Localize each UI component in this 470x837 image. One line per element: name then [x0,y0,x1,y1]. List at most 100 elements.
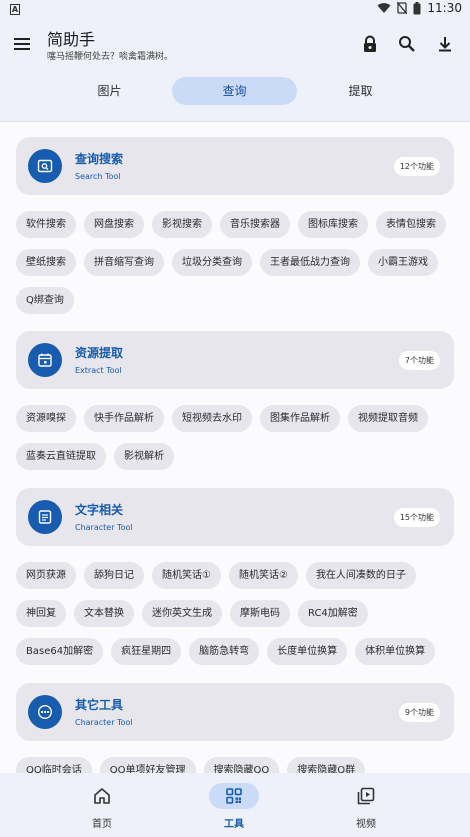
section-search: 查询搜索 Search Tool 12个功能 软件搜索 网盘搜索 影视搜索 音乐… [16,137,454,314]
section-header-card[interactable]: 资源提取 Extract Tool 7个功能 [16,331,454,389]
status-icons: 11:30 [377,1,462,15]
nav-label: 视频 [356,819,376,830]
tool-chip[interactable]: 图集作品解析 [260,405,340,432]
section-title: 文字相关 [75,503,124,517]
tool-chip[interactable]: 拼音缩写查询 [84,249,164,276]
tab-images[interactable]: 图片 [47,77,172,105]
tool-chip[interactable]: 我在人间凑数的日子 [305,562,416,589]
calendar-icon [38,353,52,367]
section-count-badge: 7个功能 [398,351,440,370]
nav-video[interactable]: 视频 [316,773,416,837]
nav-label: 工具 [224,819,244,830]
tool-chip[interactable]: 随机笑话② [228,562,298,589]
tool-chip[interactable]: 疯狂星期四 [111,638,182,665]
nav-label: 首页 [92,819,112,830]
tool-chip[interactable]: 表情包搜索 [376,211,446,238]
tab-bar: 图片 查询 提取 [0,70,470,122]
tool-chip[interactable]: 搜索隐藏Q群 [287,757,366,773]
tool-chip[interactable]: 图标库搜索 [298,211,368,238]
section-title: 其它工具 [75,698,124,712]
tool-chip[interactable]: 网页获源 [16,562,76,589]
menu-button[interactable] [12,34,32,54]
section-count-badge: 9个功能 [398,703,440,722]
section-text: 文字相关 Character Tool 15个功能 网页获源 舔狗日记 随机笑话… [16,488,454,665]
hamburger-menu-icon [14,38,30,50]
tool-chip[interactable]: 影视搜索 [152,211,212,238]
search-window-icon [37,159,53,173]
tool-chip[interactable]: 长度单位换算 [267,638,348,665]
lock-button[interactable] [360,34,380,54]
search-icon [399,36,415,52]
tool-chip[interactable]: 蓝奏云直链提取 [16,443,106,470]
more-dots-icon [37,704,53,720]
tool-chip[interactable]: 摩斯电码 [230,600,290,627]
battery-icon [413,1,421,14]
tool-chip[interactable]: QQ单项好友管理 [99,757,196,773]
tool-chip[interactable]: 短视频去水印 [172,405,252,432]
status-bar: A 11:30 [0,0,470,20]
home-icon [94,788,110,804]
tool-chip[interactable]: 体积单位换算 [355,638,436,665]
tab-query[interactable]: 查询 [172,77,297,105]
section-count-badge: 15个功能 [393,508,440,527]
section-icon-badge [28,343,62,377]
tool-chips: 网页获源 舔狗日记 随机笑话① 随机笑话② 我在人间凑数的日子 神回复 文本替换… [16,562,454,665]
tool-chip[interactable]: 小霸王游戏 [368,249,438,276]
tool-chip[interactable]: 随机笑话① [152,562,221,589]
tool-chip[interactable]: RC4加解密 [298,600,368,627]
section-other: 其它工具 Character Tool 9个功能 QQ临时会话 QQ单项好友管理… [16,683,454,773]
section-subtitle: Extract Tool [75,366,122,375]
tool-chip[interactable]: 音乐搜索器 [220,211,290,238]
tool-chip[interactable]: 神回复 [16,600,66,627]
section-subtitle: Character Tool [75,523,133,532]
status-time: 11:30 [427,1,462,15]
download-button[interactable] [435,34,455,54]
nav-tools[interactable]: 工具 [184,773,284,837]
section-icon-badge [28,500,62,534]
tool-chip[interactable]: 网盘搜索 [84,211,144,238]
section-header-card[interactable]: 其它工具 Character Tool 9个功能 [16,683,454,741]
wifi-icon [377,3,391,13]
tool-chip[interactable]: 脑筋急转弯 [189,638,260,665]
no-sim-icon [397,2,408,14]
section-subtitle: Search Tool [75,172,121,181]
tool-list[interactable]: 查询搜索 Search Tool 12个功能 软件搜索 网盘搜索 影视搜索 音乐… [0,123,470,773]
section-icon-badge [28,149,62,183]
tool-chips: 资源嗅探 快手作品解析 短视频去水印 图集作品解析 视频提取音频 蓝奏云直链提取… [16,405,454,470]
search-button[interactable] [397,34,417,54]
tool-chip[interactable]: 影视解析 [114,443,174,470]
bottom-navigation: 首页 工具 视频 [0,773,470,837]
tool-chip[interactable]: 视频提取音频 [348,405,428,432]
section-extract: 资源提取 Extract Tool 7个功能 资源嗅探 快手作品解析 短视频去水… [16,331,454,470]
nav-home[interactable]: 首页 [52,773,152,837]
section-header-card[interactable]: 文字相关 Character Tool 15个功能 [16,488,454,546]
tool-chip[interactable]: 软件搜索 [16,211,76,238]
section-title: 查询搜索 [75,152,124,166]
tool-chip[interactable]: 壁纸搜索 [16,249,76,276]
tool-chip[interactable]: QQ临时会话 [16,757,92,773]
app-screen: A 11:30 简助手 噻马摇鞭何处去？啖禽霜满树。 图片 查询 提取 查询搜索… [0,0,470,837]
document-icon [38,510,52,524]
lock-icon [364,35,376,52]
top-app-bar: 简助手 噻马摇鞭何处去？啖禽霜满树。 [0,20,470,70]
tool-chips: 软件搜索 网盘搜索 影视搜索 音乐搜索器 图标库搜索 表情包搜索 壁纸搜索 拼音… [16,211,454,314]
tool-chip[interactable]: 舔狗日记 [84,562,144,589]
section-subtitle: Character Tool [75,718,133,727]
tool-chips: QQ临时会话 QQ单项好友管理 搜索隐藏QQ 搜索隐藏Q群 [16,757,454,773]
tool-chip[interactable]: 垃圾分类查询 [172,249,252,276]
tool-chip[interactable]: 资源嗅探 [16,405,76,432]
tool-chip[interactable]: Base64加解密 [16,638,104,665]
app-subtitle: 噻马摇鞭何处去？啖禽霜满树。 [47,52,174,62]
tool-chip[interactable]: 王者最低战力查询 [260,249,360,276]
tool-chip[interactable]: 搜索隐藏QQ [203,757,280,773]
section-title: 资源提取 [75,346,124,360]
tool-chip[interactable]: Q绑查询 [16,287,74,314]
tool-chip[interactable]: 文本替换 [74,600,134,627]
section-icon-badge [28,695,62,729]
section-header-card[interactable]: 查询搜索 Search Tool 12个功能 [16,137,454,195]
app-notification-icon: A [10,4,20,15]
section-count-badge: 12个功能 [393,157,440,176]
tool-chip[interactable]: 快手作品解析 [84,405,164,432]
tab-extract[interactable]: 提取 [298,77,423,105]
tool-chip[interactable]: 迷你英文生成 [142,600,222,627]
